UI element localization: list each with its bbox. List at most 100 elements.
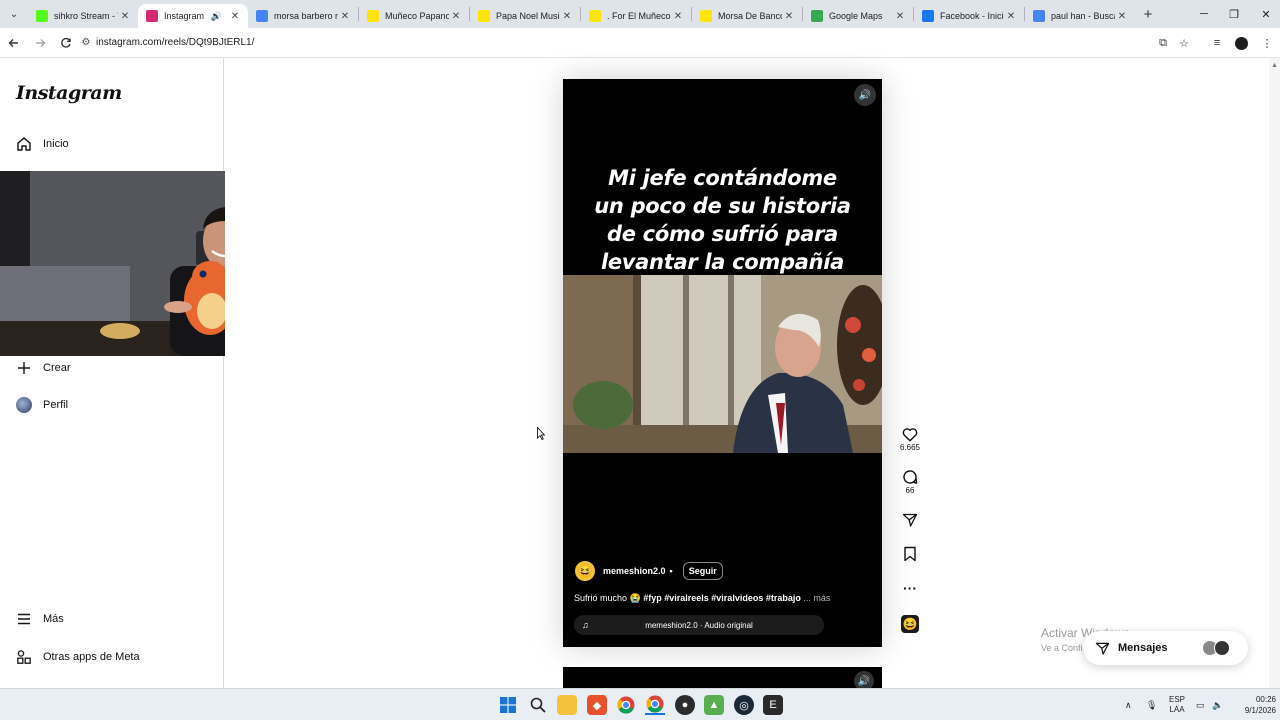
browser-tab[interactable]: morsa barbero n ✕: [248, 4, 358, 28]
kick-app-icon[interactable]: ▲: [704, 695, 724, 715]
like-action: 6.665: [898, 425, 922, 452]
messages-button[interactable]: Mensajes: [1083, 631, 1248, 665]
profile-avatar[interactable]: [1230, 28, 1252, 58]
chrome-icon[interactable]: [616, 695, 636, 715]
sidebar-item-label: Crear: [43, 362, 71, 374]
audio-toggle-button[interactable]: 🔊: [854, 84, 876, 106]
tab-close-icon[interactable]: ✕: [560, 11, 574, 22]
browser-menu-icon[interactable]: ⋮: [1256, 28, 1278, 58]
tab-label: . For El Muñeco D: [607, 11, 671, 21]
new-tab-button[interactable]: +: [1135, 6, 1161, 23]
tab-close-icon[interactable]: ✕: [449, 11, 463, 22]
browser-tab[interactable]: Instagram 🔊 ✕: [138, 4, 248, 28]
comment-icon[interactable]: [898, 468, 922, 486]
media-controls-icon[interactable]: ≡: [1206, 28, 1228, 58]
sidebar-item-label: Más: [43, 613, 64, 625]
messages-avatars: [1202, 640, 1230, 656]
avatar: [1214, 640, 1230, 656]
meta-apps-icon: [16, 649, 32, 665]
brave-browser-icon[interactable]: ◆: [587, 695, 607, 715]
instagram-logo[interactable]: Instagram: [16, 82, 122, 104]
tab-audio-icon[interactable]: 🔊: [211, 11, 222, 22]
maps-icon: [811, 10, 823, 22]
follow-button[interactable]: Seguir: [682, 562, 723, 580]
microphone-icon[interactable]: 🎙: [1146, 689, 1157, 721]
tab-close-icon[interactable]: ✕: [671, 11, 685, 22]
tray-chevron-icon[interactable]: ∧: [1125, 689, 1132, 721]
volume-icon[interactable]: 🔈: [1212, 689, 1223, 721]
direct-message-icon: [1095, 641, 1110, 656]
minimize-icon[interactable]: ─: [1188, 0, 1220, 28]
tab-close-icon[interactable]: ✕: [338, 11, 352, 22]
windows-start-icon[interactable]: [498, 695, 518, 715]
reload-button[interactable]: [54, 31, 78, 55]
address-bar: ⚙ instagram.com/reels/DQt9BJtERL1/ ⧉ ☆ ≡…: [0, 28, 1280, 58]
author-username[interactable]: memeshion2.0: [603, 566, 666, 576]
network-icon[interactable]: ▭: [1196, 689, 1205, 721]
tab-label: Instagram: [164, 11, 205, 21]
tab-close-icon[interactable]: ✕: [118, 11, 132, 22]
tab-close-icon[interactable]: ✕: [893, 11, 907, 22]
save-action: [898, 545, 922, 563]
browser-tab[interactable]: . For El Muñeco D✕: [581, 4, 691, 28]
install-app-icon[interactable]: ⧉: [1152, 28, 1174, 58]
browser-tab[interactable]: Muñeco Papano ✕: [359, 4, 469, 28]
sidebar-item-perfil[interactable]: Perfil: [16, 397, 68, 413]
bookmark-icon[interactable]: [898, 545, 922, 563]
tab-label: Papa Noel Music: [496, 11, 560, 21]
browser-tab[interactable]: paul han - Busca ✕: [1025, 4, 1135, 28]
scroll-up-arrow-icon[interactable]: ▲: [1271, 62, 1278, 69]
chrome-active-icon[interactable]: [645, 695, 665, 715]
tab-close-icon[interactable]: ✕: [1115, 11, 1129, 22]
audio-track-pill[interactable]: ♫ memeshion2.0 · Audio original: [574, 615, 824, 635]
author-avatar[interactable]: 😆: [575, 561, 595, 581]
browser-tab[interactable]: Papa Noel Music ✕: [470, 4, 580, 28]
sidebar-item-label: Inicio: [43, 138, 69, 150]
language-indicator[interactable]: ESP LAA: [1169, 689, 1185, 721]
tab-label: sihkro Stream - W: [54, 11, 118, 21]
caption-more-link[interactable]: ... más: [803, 593, 830, 603]
mercadolibre-icon: [589, 10, 601, 22]
tab-label: morsa barbero n: [274, 11, 338, 21]
page-scrollbar[interactable]: ▲: [1269, 58, 1280, 688]
sidebar-item-otras-apps[interactable]: Otras apps de Meta: [16, 649, 140, 665]
system-clock[interactable]: 00:26 9/1/2026: [1232, 694, 1276, 716]
tab-label: Morsa De Banco: [718, 11, 782, 21]
tab-close-icon[interactable]: ✕: [228, 11, 242, 22]
caption-hashtags[interactable]: #fyp #viralreels #viralvideos #trabajo: [643, 593, 801, 603]
file-explorer-icon[interactable]: [557, 695, 577, 715]
heart-icon[interactable]: [898, 425, 922, 443]
sidebar-item-crear[interactable]: Crear: [16, 360, 71, 376]
restore-icon[interactable]: ❐: [1218, 0, 1250, 28]
more-options-icon[interactable]: ···: [898, 579, 922, 597]
mouse-cursor-icon: [537, 427, 545, 440]
tab-search-chevron-icon[interactable]: ⌄: [0, 0, 28, 28]
share-action: [898, 511, 922, 529]
sidebar-item-label: Otras apps de Meta: [43, 651, 140, 663]
obs-studio-icon[interactable]: ●: [675, 695, 695, 715]
audio-thumbnail[interactable]: 😆: [898, 615, 922, 633]
next-reel-preview[interactable]: 🔊: [563, 667, 882, 691]
share-icon[interactable]: [898, 511, 922, 529]
browser-tab[interactable]: sihkro Stream - W✕: [28, 4, 138, 28]
like-count: 6.665: [899, 443, 921, 452]
epic-games-icon[interactable]: E: [763, 695, 783, 715]
browser-tab[interactable]: Google Maps ✕: [803, 4, 913, 28]
comment-count: 66: [905, 486, 915, 495]
clock-time: 00:26: [1255, 695, 1276, 704]
tab-close-icon[interactable]: ✕: [1004, 11, 1018, 22]
forward-button[interactable]: [28, 31, 52, 55]
search-icon[interactable]: [528, 695, 548, 715]
close-window-icon[interactable]: ✕: [1250, 0, 1280, 28]
browser-tab[interactable]: Facebook - Inicia ✕: [914, 4, 1024, 28]
steam-icon[interactable]: ◎: [734, 695, 754, 715]
tab-close-icon[interactable]: ✕: [782, 11, 796, 22]
sidebar-item-mas[interactable]: Más: [16, 611, 64, 627]
bookmark-star-icon[interactable]: ☆: [1173, 28, 1195, 58]
browser-tab[interactable]: Morsa De Banco ✕: [692, 4, 802, 28]
sidebar-item-inicio[interactable]: Inicio: [16, 136, 69, 152]
reel-video-player[interactable]: 🔊 Mi jefe contándome un poco de su histo…: [563, 79, 882, 647]
back-button[interactable]: [2, 31, 26, 55]
url-field[interactable]: ⚙ instagram.com/reels/DQt9BJtERL1/: [76, 31, 1206, 53]
site-info-icon[interactable]: ⚙: [76, 37, 96, 48]
